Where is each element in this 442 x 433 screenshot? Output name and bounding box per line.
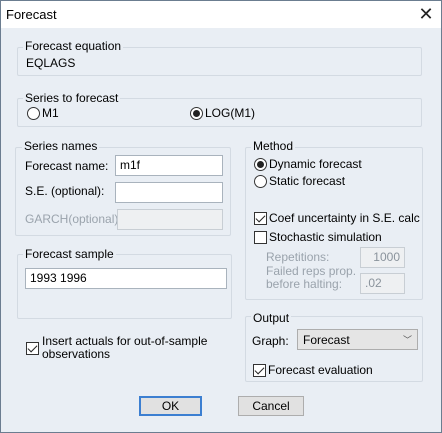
chevron-down-icon: ﹀ [402,335,412,345]
se-label: S.E. (optional): [25,184,105,198]
series-names-label: Series names [22,139,100,153]
graph-select[interactable]: Forecast ﹀ [297,329,418,350]
checkbox-coef-uncertainty[interactable]: Coef uncertainty in S.E. calc [254,211,420,225]
close-icon[interactable]: ✕ [415,3,437,25]
radio-m1-label: M1 [42,106,59,120]
forecast-evaluation-label: Forecast evaluation [268,363,373,377]
checkbox-checked-icon [253,363,266,377]
radio-m1[interactable]: M1 [27,106,59,120]
ok-button[interactable]: OK [139,396,202,416]
checkbox-stochastic-simulation[interactable]: Stochastic simulation [254,230,382,244]
graph-label: Graph: [252,334,289,348]
repetitions-input: 1000 [360,247,405,268]
checkbox-icon [254,230,267,244]
repetitions-label: Repetitions: [266,250,330,264]
radio-selected-icon [254,157,267,171]
garch-label: GARCH(optional): [25,212,122,226]
dynamic-label: Dynamic forecast [269,157,362,171]
window-title: Forecast [6,7,57,22]
radio-icon [254,174,267,188]
series-to-forecast-label: Series to forecast [23,91,121,105]
title-bar [1,1,441,28]
forecast-sample-label: Forecast sample [23,247,116,261]
forecast-name-input[interactable]: m1f [115,155,223,176]
insert-actuals-label-line2: observations [42,347,111,361]
radio-icon [27,106,40,120]
forecast-sample-input[interactable]: 1993 1996 [25,268,227,289]
graph-select-value: Forecast [303,332,350,347]
checkbox-insert-actuals[interactable] [26,342,39,358]
garch-input [117,209,223,230]
forecast-equation-value: EQLAGS [26,56,76,70]
checkbox-checked-icon [254,211,267,225]
forecast-name-label: Forecast name: [25,159,109,173]
radio-log-m1-label: LOG(M1) [205,106,256,120]
cancel-button[interactable]: Cancel [238,396,304,416]
static-label: Static forecast [269,174,346,188]
output-label: Output [251,311,292,325]
failed-reps-label-line2: before halting: [266,277,343,291]
checkbox-forecast-evaluation[interactable]: Forecast evaluation [253,363,373,377]
failed-reps-label: Failed reps prop. before halting: [266,265,356,291]
radio-dynamic-forecast[interactable]: Dynamic forecast [254,157,362,171]
radio-log-m1[interactable]: LOG(M1) [190,106,255,120]
forecast-equation-label: Forecast equation [23,39,124,53]
checkbox-checked-icon [26,342,39,355]
se-input[interactable] [115,182,223,203]
failed-reps-input: .02 [360,273,405,294]
radio-static-forecast[interactable]: Static forecast [254,174,345,188]
method-label: Method [251,139,296,153]
radio-selected-icon [190,106,203,120]
stochastic-label: Stochastic simulation [269,230,382,244]
coef-label: Coef uncertainty in S.E. calc [269,211,420,225]
